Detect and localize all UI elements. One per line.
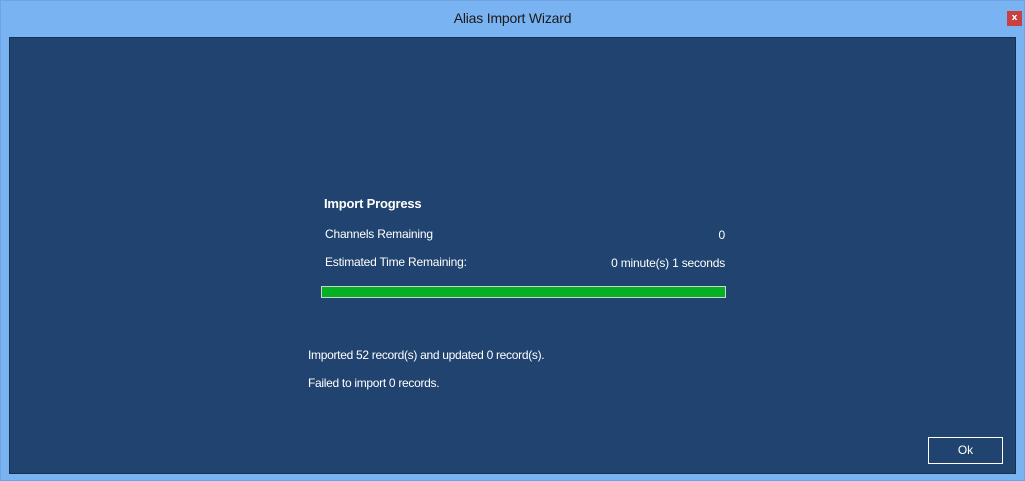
progress-bar-fill <box>322 287 725 297</box>
wizard-panel: Import Progress Channels Remaining 0 Est… <box>9 37 1016 474</box>
import-progress-heading: Import Progress <box>324 196 422 211</box>
title-bar[interactable]: Alias Import Wizard x <box>1 1 1024 35</box>
ok-button[interactable]: Ok <box>928 437 1003 464</box>
estimated-time-value: 0 minute(s) 1 seconds <box>611 256 725 270</box>
imported-status-text: Imported 52 record(s) and updated 0 reco… <box>308 348 545 362</box>
import-progress-bar <box>321 286 726 298</box>
estimated-time-label: Estimated Time Remaining: <box>325 255 467 269</box>
close-icon[interactable]: x <box>1007 11 1022 26</box>
import-wizard-window: Alias Import Wizard x Import Progress Ch… <box>0 0 1025 481</box>
window-title: Alias Import Wizard <box>453 10 572 26</box>
failed-status-text: Failed to import 0 records. <box>308 376 440 390</box>
channels-remaining-label: Channels Remaining <box>325 227 433 241</box>
channels-remaining-value: 0 <box>718 228 726 242</box>
